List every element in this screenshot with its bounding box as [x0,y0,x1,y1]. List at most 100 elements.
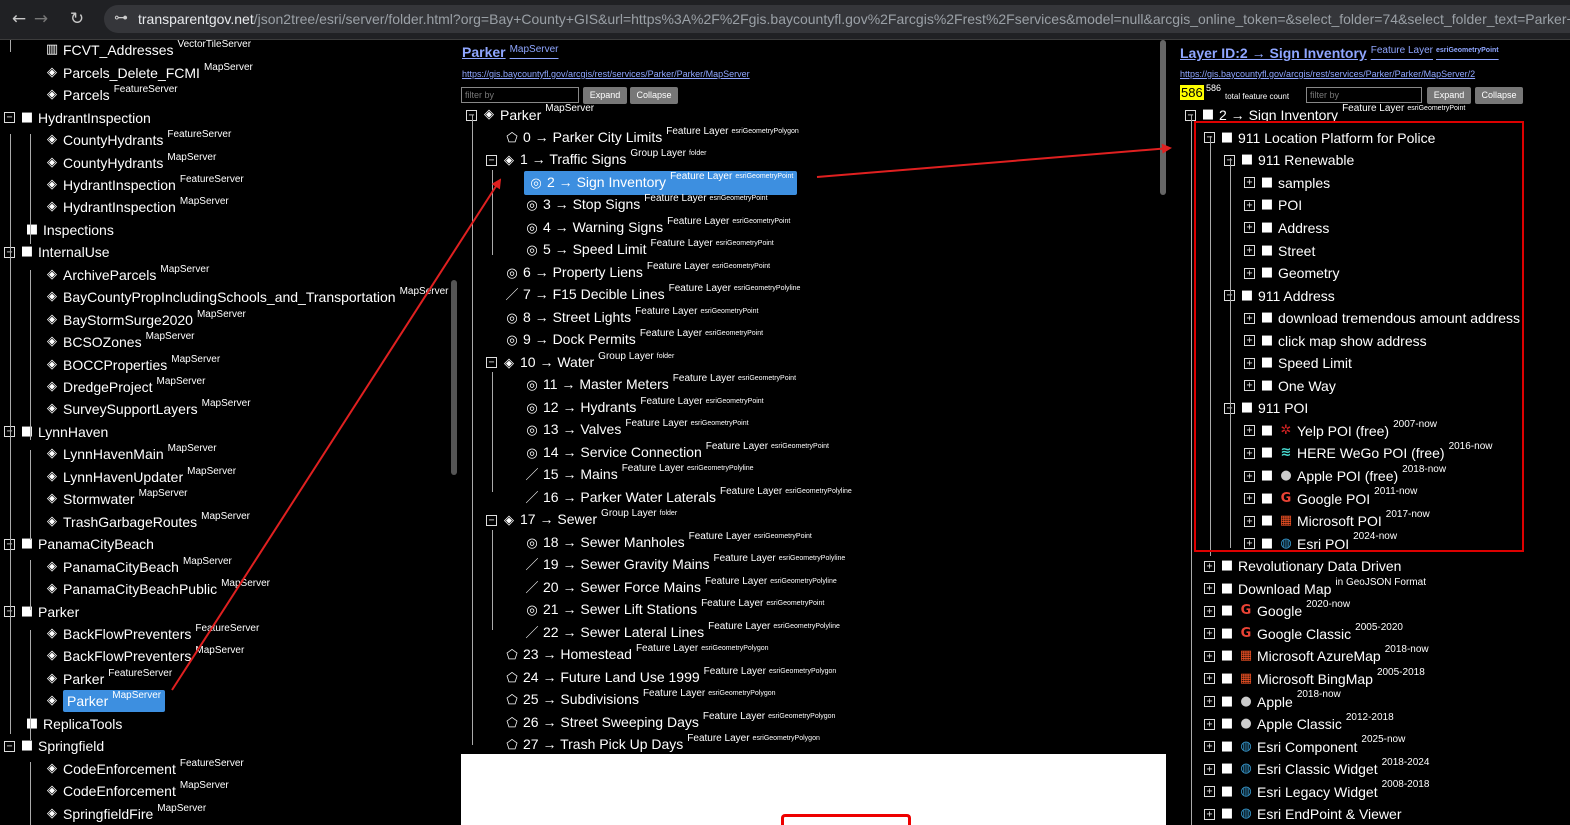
item-label-wrap[interactable]: InternalUse [38,241,110,263]
layer-label-wrap[interactable]: ◎ 13 → Valves Feature Layer esriGeometryPoi… [524,418,748,442]
feature-tree-row-one-way[interactable]: + ■ One Way [1244,374,1336,396]
layer-label-wrap[interactable]: ◎ 3 → Stop Signs Feature Layer esriGeometry… [524,193,767,217]
feature-tree-row-911-renewable[interactable]: − ■ 911 Renewable [1224,148,1354,170]
expand-toggle-icon[interactable]: + [1244,199,1255,211]
expand-toggle-icon[interactable]: + [1244,267,1255,279]
expand-toggle-icon[interactable]: + [1204,650,1215,662]
folder-row[interactable]: − ■ Springfield [4,734,104,756]
service-row[interactable]: ◈ CodeEnforcement FeatureServer [44,756,244,778]
service-row[interactable]: ◈ Parker FeatureServer [44,667,172,689]
item-label-wrap[interactable]: HydrantInspection MapServer [63,196,229,218]
expand-toggle-icon[interactable]: + [1244,515,1255,527]
layer-row-16[interactable]: ／ 16 → Parker Water Laterals Feature Layer… [524,486,851,508]
layer-label-wrap[interactable]: ⬠ 25 → Subdivisions Feature Layer esriGeome… [504,688,775,712]
expand-toggle-icon[interactable]: + [1204,628,1215,640]
layer-row-9[interactable]: ◎ 9 → Dock Permits Feature Layer esriGeomet… [504,328,763,350]
item-label-wrap[interactable]: BayStormSurge2020 MapServer [63,309,246,331]
feature-tree-row-microsoft-poi[interactable]: + ■ ▦ Microsoft POI 2017-now [1244,509,1430,531]
layer-row-15[interactable]: ／ 15 → Mains Feature Layer esriGeometryPoly… [524,463,753,487]
feature-tree-row-esri-legacy-widget[interactable]: + ■ ◍ Esri Legacy Widget 2008-2018 [1204,779,1429,801]
item-label-wrap[interactable]: BOCCProperties MapServer [63,354,220,376]
item-label-wrap[interactable]: CountyHydrants FeatureServer [63,129,231,151]
layer-expand-button[interactable]: Expand [1427,87,1471,104]
expand-toggle-icon[interactable]: + [1244,312,1255,324]
feature-tree-row-here-wego-poi-free[interactable]: + ■ ≋ HERE WeGo POI (free) 2016-now [1244,441,1492,463]
layer-row-8[interactable]: ◎ 8 → Street Lights Feature Layer esriGeome… [504,306,758,328]
layer-label-wrap[interactable]: ◎ 18 → Sewer Manholes Feature Layer esriGeo… [524,531,812,555]
layer-row-27[interactable]: ⬠ 27 → Trash Pick Up Days Feature Layer esr… [504,733,820,755]
item-label-wrap[interactable]: LynnHaven [38,421,108,443]
layer-label-wrap[interactable]: ／ 20 → Sewer Force Mains Feature Layer esri… [524,576,836,600]
url-text[interactable]: transparentgov.net/json2tree/esri/server… [138,11,1570,27]
service-row[interactable]: ◈ TrashGarbageRoutes MapServer [44,509,250,531]
layer-label-wrap[interactable]: ⬠ 24 → Future Land Use 1999 Feature Layer e… [504,666,836,690]
expand-toggle-icon[interactable]: + [1204,741,1215,753]
service-row[interactable]: ◈ BCSOZones MapServer [44,330,195,352]
item-label-wrap[interactable]: Stormwater MapServer [63,488,187,510]
layer-row-13[interactable]: ◎ 13 → Valves Feature Layer esriGeometryPoi… [524,418,748,442]
service-row[interactable]: ◈ CountyHydrants FeatureServer [44,128,231,150]
item-label-wrap[interactable]: SurveySupportLayers MapServer [63,398,251,420]
service-row[interactable]: ◈ SurveySupportLayers MapServer [44,397,251,419]
layer-row-3[interactable]: ◎ 3 → Stop Signs Feature Layer esriGeometry… [524,193,767,217]
feature-tree-row-revolutionary-data-driven[interactable]: + ■ Revolutionary Data Driven [1204,554,1401,576]
item-label-wrap[interactable]: Parker FeatureServer [63,668,172,690]
service-row[interactable]: ◈ PanamaCityBeach MapServer [44,554,232,576]
expand-toggle-icon[interactable]: + [1204,808,1215,820]
layer-row-7[interactable]: ／ 7 → F15 Decible Lines Feature Layer esriG… [504,283,800,305]
reload-icon[interactable]: ↻ [66,8,88,30]
layer-row-22[interactable]: ／ 22 → Sewer Lateral Lines Feature Layer es… [524,621,839,643]
service-row[interactable]: ◈ BayCountyPropIncludingSchools_and_Trans… [44,285,449,307]
layer-label-wrap[interactable]: ⬠ 26 → Street Sweeping Days Feature Layer e… [504,711,835,735]
layer-title[interactable]: Layer ID:2 → Sign Inventory Feature Layer… [1180,45,1499,61]
layer-label-wrap[interactable]: ◎ 14 → Service Connection Feature Layer esr… [524,441,829,465]
feature-tree-row-microsoft-bingmap[interactable]: + ■ ▦ Microsoft BingMap 2005-2018 [1204,667,1425,689]
layer-label-wrap[interactable]: ／ 7 → F15 Decible Lines Feature Layer esriG… [504,283,800,307]
feature-tree-row-apple-classic[interactable]: + ■ ● Apple Classic 2012-2018 [1204,712,1394,734]
feature-tree-row-apple-poi-free[interactable]: + ■ ● Apple POI (free) 2018-now [1244,464,1446,486]
item-label-wrap[interactable]: LynnHavenUpdater MapServer [63,466,236,488]
service-row[interactable]: ◈ BayStormSurge2020 MapServer [44,307,246,329]
layer-row-0[interactable]: ⬠ 0 → Parker City Limits Feature Layer esri… [504,126,798,150]
collapse-toggle-icon[interactable]: − [4,112,15,124]
filter-input[interactable]: filter by [461,87,579,103]
layer-row-26[interactable]: ⬠ 26 → Street Sweeping Days Feature Layer e… [504,711,835,733]
layer-label-wrap[interactable]: ◎ 9 → Dock Permits Feature Layer esriGeomet… [504,328,763,352]
feature-tree-row-speed-limit[interactable]: + ■ Speed Limit [1244,351,1352,373]
root-feature-layer-row[interactable]: − ■ 2 → Sign Inventory Feature Layer esriGeo… [1185,103,1465,125]
item-label-wrap[interactable]: BackFlowPreventers FeatureServer [63,623,259,645]
collapse-toggle-icon[interactable]: − [4,740,15,752]
item-label-wrap[interactable]: Parcels_Delete_FCMI MapServer [63,62,253,84]
selected-item[interactable]: Parker MapServer [63,690,166,713]
item-label-wrap[interactable]: TrashGarbageRoutes MapServer [63,511,250,533]
mapserver-url-link[interactable]: https://gis.baycountyfl.gov/arcgis/rest/… [462,69,750,79]
site-info-icon[interactable]: ⊶ [114,10,128,26]
item-label-wrap[interactable]: SpringfieldFire MapServer [63,803,206,825]
service-row[interactable]: ◈ BOCCProperties MapServer [44,352,220,374]
layer-label-wrap[interactable]: ◎ 8 → Street Lights Feature Layer esriGeome… [504,306,758,330]
expand-toggle-icon[interactable]: + [1244,222,1255,234]
expand-toggle-icon[interactable]: + [1204,718,1215,730]
item-label-wrap[interactable]: Inspections [43,219,114,241]
scrollbar-thumb[interactable] [1160,40,1166,195]
layer-label-wrap[interactable]: ⬠ 0 → Parker City Limits Feature Layer esri… [504,126,798,150]
feature-tree-row-esri-component[interactable]: + ■ ◍ Esri Component 2025-now [1204,734,1405,756]
layer-label-wrap[interactable]: ／ 15 → Mains Feature Layer esriGeometryPoly… [524,463,753,487]
item-label-wrap[interactable]: LynnHavenMain MapServer [63,443,217,465]
root-layer-row[interactable]: − ◈ Parker MapServer [466,103,594,125]
collapse-toggle-icon[interactable]: − [486,357,497,369]
item-label-wrap[interactable]: CodeEnforcement MapServer [63,780,229,802]
layer-row-20[interactable]: ／ 20 → Sewer Force Mains Feature Layer esri… [524,576,836,600]
layer-filter-input[interactable]: filter by [1306,87,1422,103]
feature-tree-row-911-location-platform-for-poli[interactable]: − ■ 911 Location Platform for Police [1204,126,1435,148]
layer-label-wrap[interactable]: ◎ 12 → Hydrants Feature Layer esriGeometryP… [524,396,763,420]
layer-label-wrap[interactable]: ◎ 4 → Warning Signs Feature Layer esriGeome… [524,216,790,240]
layer-label-wrap[interactable]: ◎ 11 → Master Meters Feature Layer esriGeom… [524,373,796,397]
feature-tree-row-samples[interactable]: + ■ samples [1244,171,1330,193]
service-row[interactable]: ◈ CountyHydrants MapServer [44,150,216,172]
service-row[interactable]: ◈ BackFlowPreventers FeatureServer [44,622,259,644]
address-bar[interactable]: ⊶ transparentgov.net/json2tree/esri/serv… [104,5,1570,33]
feature-tree-row-download-tremendous-amount-add[interactable]: + ■ download tremendous amount address [1244,306,1520,328]
item-label-wrap[interactable]: BayCountyPropIncludingSchools_and_Transp… [63,286,449,308]
layer-label-wrap[interactable]: ◎ 5 → Speed Limit Feature Layer esriGeometr… [524,238,773,262]
